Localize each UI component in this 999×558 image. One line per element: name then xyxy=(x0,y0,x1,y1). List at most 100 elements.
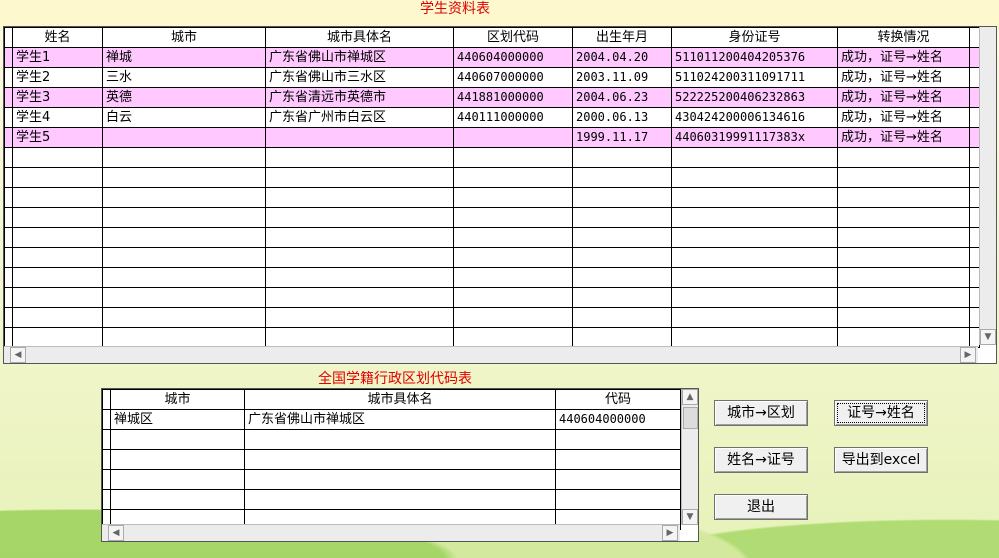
table-cell[interactable] xyxy=(453,147,573,168)
table-row[interactable] xyxy=(4,187,980,208)
table-cell[interactable]: 440604000000 xyxy=(453,47,573,68)
table-cell[interactable] xyxy=(12,207,103,228)
row-selector-header[interactable] xyxy=(4,27,13,48)
table-cell[interactable] xyxy=(671,187,838,208)
table-row[interactable]: 学生1 禅城 广东省佛山市禅城区 440604000000 2004.04.20 5110… xyxy=(4,47,980,68)
table-cell[interactable] xyxy=(12,147,103,168)
table-cell[interactable] xyxy=(572,247,672,268)
table-cell[interactable]: 成功，证号→姓名 xyxy=(837,47,970,68)
table-cell[interactable] xyxy=(837,167,970,188)
table-cell[interactable] xyxy=(572,147,672,168)
table-cell[interactable]: 成功，证号→姓名 xyxy=(837,87,970,108)
table-row[interactable]: 学生5 1999.11.17 44060319991117383x 成功，证号→姓名 xyxy=(4,127,980,148)
table-cell[interactable] xyxy=(671,307,838,328)
table-cell[interactable] xyxy=(265,127,454,148)
table-cell[interactable]: 441881000000 xyxy=(453,87,573,108)
code-grid[interactable]: 城市 城市具体名 代码 禅城区 广东省佛山市禅城区 440604000000 ▲ ▼… xyxy=(101,388,699,542)
table-cell[interactable] xyxy=(453,167,573,188)
table-cell[interactable]: 511024200311091711 xyxy=(671,67,838,88)
row-selector[interactable] xyxy=(4,147,13,168)
code-horizontal-scrollbar[interactable]: ◀ ▶ xyxy=(102,524,680,541)
table-cell[interactable]: 广东省清远市英德市 xyxy=(265,87,454,108)
table-row[interactable] xyxy=(102,429,681,450)
city-to-district-button[interactable]: 城市→区划 xyxy=(714,400,808,426)
table-cell[interactable] xyxy=(572,227,672,248)
exit-button[interactable]: 退出 xyxy=(714,494,808,520)
table-cell[interactable]: 白云 xyxy=(102,107,266,128)
table-cell[interactable] xyxy=(265,267,454,288)
table-cell[interactable] xyxy=(671,167,838,188)
row-selector[interactable] xyxy=(4,327,13,348)
table-cell[interactable] xyxy=(265,147,454,168)
row-selector[interactable] xyxy=(102,429,111,450)
scroll-left-icon[interactable]: ◀ xyxy=(108,525,124,541)
table-cell[interactable] xyxy=(102,147,266,168)
table-row[interactable] xyxy=(102,489,681,510)
code-vertical-scrollbar[interactable]: ▲ ▼ xyxy=(681,389,698,525)
table-cell[interactable]: 禅城 xyxy=(102,47,266,68)
table-cell[interactable]: 英德 xyxy=(102,87,266,108)
header-name[interactable]: 姓名 xyxy=(12,27,103,48)
table-cell[interactable] xyxy=(837,187,970,208)
table-cell[interactable] xyxy=(12,247,103,268)
table-cell[interactable] xyxy=(265,187,454,208)
table-cell[interactable] xyxy=(12,267,103,288)
table-cell[interactable] xyxy=(837,327,970,348)
scroll-thumb[interactable] xyxy=(683,407,698,429)
row-selector[interactable] xyxy=(4,167,13,188)
table-cell[interactable] xyxy=(244,469,556,490)
table-cell[interactable]: 学生1 xyxy=(12,47,103,68)
row-selector[interactable] xyxy=(4,127,13,148)
row-selector[interactable] xyxy=(4,87,13,108)
header-district-code[interactable]: 区划代码 xyxy=(453,27,573,48)
table-row[interactable]: 学生4 白云 广东省广州市白云区 440111000000 2000.06.13 4304… xyxy=(4,107,980,128)
table-cell[interactable] xyxy=(671,247,838,268)
student-table[interactable]: 姓名 城市 城市具体名 区划代码 出生年月 身份证号 转换情况 学生1 禅城 广东省… xyxy=(4,27,980,348)
table-cell[interactable] xyxy=(837,147,970,168)
table-cell[interactable] xyxy=(102,327,266,348)
table-cell[interactable]: 三水 xyxy=(102,67,266,88)
table-cell[interactable]: 2003.11.09 xyxy=(572,67,672,88)
student-horizontal-scrollbar[interactable]: ◀ ▶ xyxy=(4,346,978,363)
table-row[interactable] xyxy=(102,469,681,490)
table-cell[interactable] xyxy=(110,469,245,490)
table-cell[interactable] xyxy=(453,227,573,248)
table-cell[interactable]: 2000.06.13 xyxy=(572,107,672,128)
table-cell[interactable] xyxy=(671,207,838,228)
table-cell[interactable]: 440607000000 xyxy=(453,67,573,88)
row-selector[interactable] xyxy=(102,469,111,490)
row-selector[interactable] xyxy=(4,227,13,248)
table-cell[interactable] xyxy=(671,147,838,168)
table-cell[interactable] xyxy=(453,287,573,308)
table-cell[interactable] xyxy=(265,287,454,308)
table-row[interactable] xyxy=(4,147,980,168)
table-cell[interactable]: 学生3 xyxy=(12,87,103,108)
row-selector[interactable] xyxy=(102,489,111,510)
table-cell[interactable] xyxy=(12,327,103,348)
table-cell[interactable]: 440111000000 xyxy=(453,107,573,128)
table-cell[interactable] xyxy=(671,267,838,288)
row-selector-header[interactable] xyxy=(102,389,111,410)
scroll-down-icon[interactable]: ▼ xyxy=(682,509,698,525)
table-cell[interactable] xyxy=(12,187,103,208)
table-cell[interactable]: 511011200404205376 xyxy=(671,47,838,68)
table-cell[interactable]: 1999.11.17 xyxy=(572,127,672,148)
table-cell[interactable] xyxy=(555,449,681,470)
table-row[interactable]: 禅城区 广东省佛山市禅城区 440604000000 xyxy=(102,409,681,430)
student-grid[interactable]: 姓名 城市 城市具体名 区划代码 出生年月 身份证号 转换情况 学生1 禅城 广东省… xyxy=(3,26,997,364)
row-selector[interactable] xyxy=(4,187,13,208)
table-cell[interactable]: 广东省佛山市禅城区 xyxy=(265,47,454,68)
table-cell[interactable]: 成功，证号→姓名 xyxy=(837,107,970,128)
table-row[interactable] xyxy=(4,327,980,348)
table-cell[interactable] xyxy=(572,267,672,288)
table-cell[interactable] xyxy=(837,307,970,328)
table-cell[interactable]: 成功，证号→姓名 xyxy=(837,127,970,148)
table-cell[interactable] xyxy=(110,489,245,510)
scroll-right-icon[interactable]: ▶ xyxy=(662,525,678,541)
table-cell[interactable] xyxy=(265,207,454,228)
table-cell[interactable] xyxy=(102,307,266,328)
table-cell[interactable] xyxy=(453,327,573,348)
table-cell[interactable] xyxy=(837,227,970,248)
table-cell[interactable]: 广东省佛山市三水区 xyxy=(265,67,454,88)
table-cell[interactable]: 广东省广州市白云区 xyxy=(265,107,454,128)
